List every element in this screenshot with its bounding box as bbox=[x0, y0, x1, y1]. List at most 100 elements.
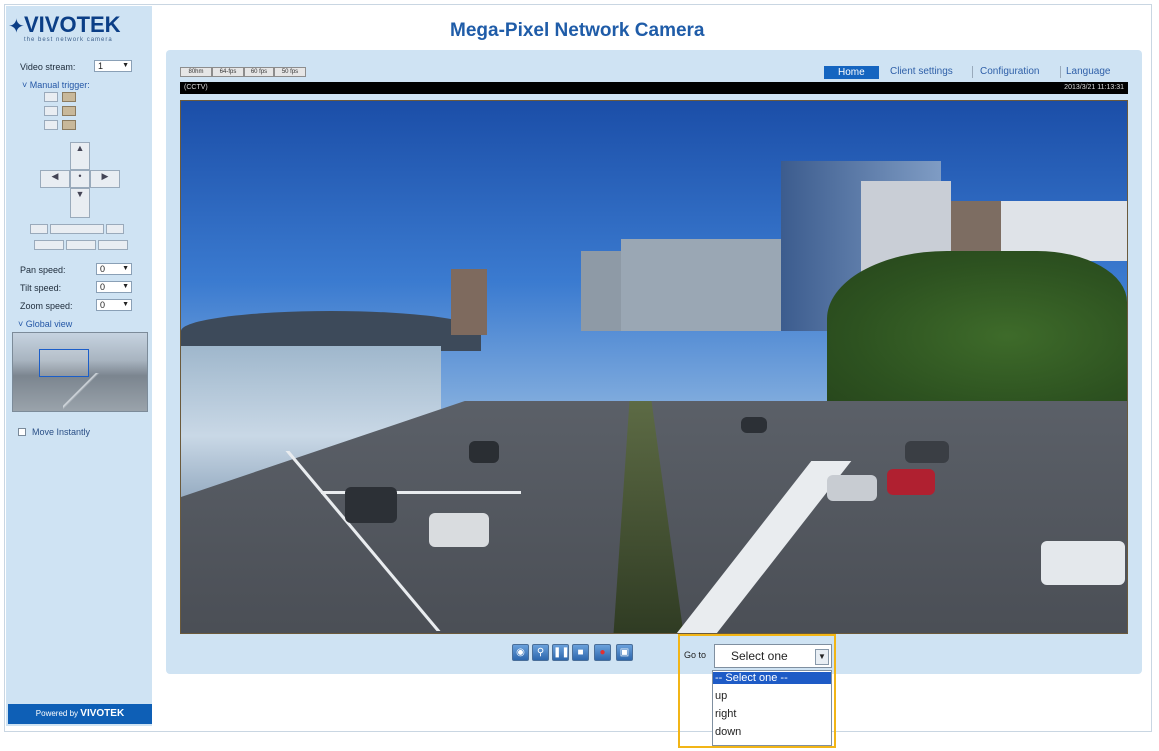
powered-by-text: Powered by bbox=[35, 709, 79, 718]
trigger-3-on[interactable] bbox=[44, 120, 58, 130]
trigger-3-off[interactable] bbox=[62, 120, 76, 130]
home-position-button[interactable]: • bbox=[70, 170, 90, 188]
pan-left-button[interactable]: ◀ bbox=[40, 170, 70, 188]
nav-separator bbox=[972, 66, 973, 78]
video-car bbox=[827, 475, 877, 501]
page-title: Mega-Pixel Network Camera bbox=[450, 20, 705, 41]
video-stream-value: 1 bbox=[98, 61, 104, 71]
record-icon: ● bbox=[599, 647, 606, 658]
nav-language[interactable]: Language bbox=[1066, 66, 1111, 77]
trigger-2-off[interactable] bbox=[62, 106, 76, 116]
vivotek-logo: ✦ VIVOTEK the best network camera bbox=[8, 12, 146, 46]
toolbar-button-1[interactable]: 80hm bbox=[180, 67, 212, 77]
pan-right-button[interactable]: ▶ bbox=[90, 170, 120, 188]
chevron-down-icon: ▼ bbox=[122, 283, 129, 290]
chevron-down-icon: ▼ bbox=[122, 301, 129, 308]
manual-trigger-label: Manual trigger: bbox=[29, 80, 90, 90]
pan-speed-select[interactable]: 0 ▼ bbox=[96, 263, 132, 275]
nav-separator bbox=[1060, 66, 1061, 78]
tilt-speed-value: 0 bbox=[100, 282, 106, 292]
trigger-1-on[interactable] bbox=[44, 92, 58, 102]
stop-button[interactable]: ■ bbox=[572, 644, 589, 661]
arrow-down-icon: ▼ bbox=[75, 189, 85, 199]
pause-button[interactable]: ❚❚ bbox=[552, 644, 570, 661]
goto-label: Go to bbox=[684, 650, 707, 660]
trigger-1-off[interactable] bbox=[62, 92, 76, 102]
video-car bbox=[905, 441, 949, 463]
video-building bbox=[621, 239, 781, 331]
tilt-speed-select[interactable]: 0 ▼ bbox=[96, 281, 132, 293]
goto-option-select-one[interactable]: -- Select one -- bbox=[713, 672, 831, 684]
zoom-speed-value: 0 bbox=[100, 300, 106, 310]
digital-zoom-button[interactable]: ⚲ bbox=[532, 644, 549, 661]
zoom-in-button[interactable] bbox=[106, 224, 124, 234]
video-car bbox=[1041, 541, 1125, 585]
powered-by-brand: VIVOTEK bbox=[80, 708, 125, 719]
global-view-toggle[interactable]: ˅ Global view bbox=[18, 319, 72, 329]
logo-tagline: the best network camera bbox=[24, 37, 113, 43]
arrow-right-icon: ▶ bbox=[101, 171, 109, 181]
tilt-speed-label: Tilt speed: bbox=[20, 283, 62, 293]
zoom-speed-label: Zoom speed: bbox=[20, 301, 73, 311]
home-icon: • bbox=[78, 171, 82, 181]
video-stream-select[interactable]: 1 ▼ bbox=[94, 60, 132, 72]
global-view-thumbnail[interactable] bbox=[12, 332, 148, 412]
global-view-viewport[interactable] bbox=[39, 349, 89, 377]
focus-near-button[interactable] bbox=[34, 240, 64, 250]
tilt-up-button[interactable]: ▲ bbox=[70, 142, 90, 170]
magnifier-icon: ⚲ bbox=[536, 647, 545, 658]
logo-mark-icon: ✦ bbox=[8, 16, 25, 38]
tilt-down-button[interactable]: ▼ bbox=[70, 188, 90, 218]
record-button[interactable]: ● bbox=[594, 644, 611, 661]
nav-configuration[interactable]: Configuration bbox=[980, 66, 1039, 77]
zoom-speed-select[interactable]: 0 ▼ bbox=[96, 299, 132, 311]
global-view-road bbox=[63, 373, 103, 411]
goto-option-up[interactable]: up bbox=[715, 690, 727, 702]
video-car bbox=[429, 513, 489, 547]
move-instantly-label: Move Instantly bbox=[32, 427, 91, 437]
nav-client-settings[interactable]: Client settings bbox=[890, 66, 953, 77]
zoom-out-button[interactable] bbox=[30, 224, 48, 234]
snapshot-button[interactable]: ◉ bbox=[512, 644, 529, 661]
pan-speed-label: Pan speed: bbox=[20, 265, 66, 275]
goto-option-down[interactable]: down bbox=[715, 726, 741, 738]
chevron-down-icon: ▼ bbox=[122, 62, 129, 69]
video-car bbox=[345, 487, 397, 523]
goto-preset-select[interactable]: Select one ▼ bbox=[714, 644, 832, 668]
logo-text: VIVOTEK bbox=[24, 12, 121, 37]
global-view-label: Global view bbox=[25, 319, 73, 329]
toolbar-button-2[interactable]: 64-fps bbox=[212, 67, 244, 77]
powered-by-badge: Powered by VIVOTEK bbox=[8, 704, 152, 724]
toolbar-button-4[interactable]: 50 fps bbox=[274, 67, 306, 77]
video-building bbox=[451, 269, 487, 335]
stop-icon: ■ bbox=[577, 647, 584, 658]
video-timestamp: 2013/3/21 11:13:31 bbox=[1064, 84, 1124, 91]
video-stream-label: Video stream: bbox=[20, 62, 76, 72]
camera-icon: ◉ bbox=[516, 647, 525, 658]
goto-option-right[interactable]: right bbox=[715, 708, 736, 720]
move-instantly-checkbox[interactable] bbox=[18, 428, 26, 436]
video-caption-bar: (CCTV) 2013/3/21 11:13:31 bbox=[180, 82, 1128, 94]
goto-dropdown-list: -- Select one -- up right down bbox=[712, 670, 832, 746]
chevron-down-icon[interactable]: ▼ bbox=[815, 649, 829, 665]
nav-home[interactable]: Home bbox=[824, 66, 879, 79]
fullscreen-button[interactable]: ▣ bbox=[616, 644, 633, 661]
video-car bbox=[887, 469, 935, 495]
video-car bbox=[741, 417, 767, 433]
live-video-view[interactable] bbox=[180, 100, 1128, 634]
manual-trigger-toggle[interactable]: ˅ Manual trigger: bbox=[22, 80, 90, 90]
video-car bbox=[469, 441, 499, 463]
video-trees bbox=[827, 251, 1127, 421]
fullscreen-icon: ▣ bbox=[619, 647, 630, 658]
arrow-up-icon: ▲ bbox=[75, 143, 85, 153]
zoom-level-display bbox=[50, 224, 104, 234]
trigger-2-on[interactable] bbox=[44, 106, 58, 116]
video-hill bbox=[181, 311, 481, 351]
toolbar-button-3[interactable]: 60 fps bbox=[244, 67, 274, 77]
chevron-down-icon: ▼ bbox=[122, 265, 129, 272]
arrow-left-icon: ◀ bbox=[51, 171, 59, 181]
focus-far-button[interactable] bbox=[98, 240, 128, 250]
focus-auto-button[interactable] bbox=[66, 240, 96, 250]
goto-selected-value: Select one bbox=[731, 649, 788, 663]
pause-icon: ❚❚ bbox=[553, 647, 570, 658]
